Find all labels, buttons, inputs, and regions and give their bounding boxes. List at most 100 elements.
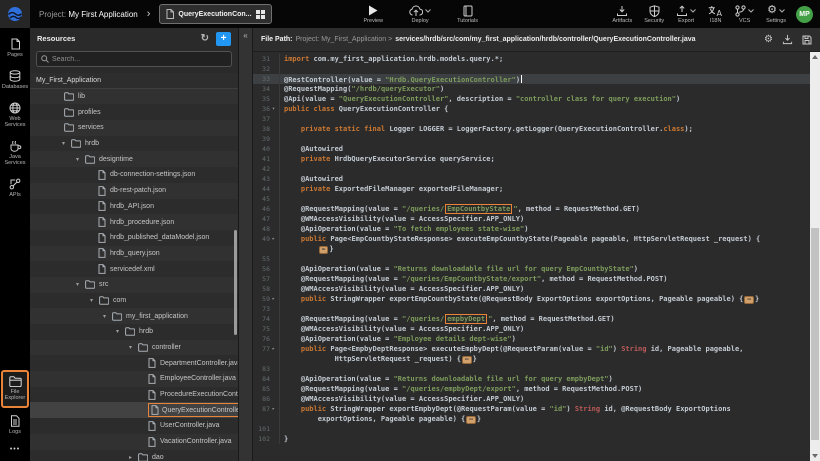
- rail-item-java-services[interactable]: Java Services: [1, 136, 29, 171]
- folded-code-badge[interactable]: ⋯: [319, 246, 329, 254]
- code-line-73[interactable]: 73: [253, 304, 810, 314]
- caret-right-icon[interactable]: ▸: [129, 454, 138, 461]
- code-line-39[interactable]: 39: [253, 134, 810, 144]
- tree-item-services[interactable]: services: [30, 120, 238, 136]
- tree-item-hrdb-api-json[interactable]: hrdb_API.json: [30, 199, 238, 215]
- save-file-icon[interactable]: [802, 35, 812, 45]
- tutorials-button[interactable]: Tutorials: [457, 5, 478, 24]
- scroll-up-arrow[interactable]: [812, 55, 818, 59]
- code-line-56[interactable]: 56 @ApiOperation(value = "Returns downlo…: [253, 264, 810, 274]
- tree-item-db-connection-settings-json[interactable]: db-connection-settings.json: [30, 167, 238, 183]
- tree-item-hrdb-query-json[interactable]: hrdb_query.json: [30, 246, 238, 262]
- add-resource-button[interactable]: +: [216, 32, 231, 46]
- fold-closed-icon[interactable]: ▸: [272, 406, 279, 412]
- deploy-button[interactable]: Deploy: [409, 5, 431, 24]
- rail-item-web-services[interactable]: Web Services: [1, 98, 29, 133]
- code-line-85[interactable]: 85 @RequestMapping(value = "/queries/emp…: [253, 384, 810, 394]
- scroll-down-arrow[interactable]: [812, 454, 818, 458]
- tree-item-designtime[interactable]: ▾designtime: [30, 151, 238, 167]
- code-line-58[interactable]: 58 @WMAccessVisibility(value = AccessSpe…: [253, 284, 810, 294]
- preview-button[interactable]: Preview: [364, 5, 384, 24]
- fold-closed-icon[interactable]: ▸: [272, 296, 279, 302]
- code-line-86[interactable]: 86 @WMAccessVisibility(value = AccessSpe…: [253, 394, 810, 404]
- tree-item-db-rest-patch-json[interactable]: db-rest-patch.json: [30, 183, 238, 199]
- tree-item-hrdb[interactable]: ▾hrdb: [30, 136, 238, 152]
- code-line-cont[interactable]: ⋯}: [253, 244, 810, 254]
- security-button[interactable]: Security: [644, 5, 664, 24]
- rail-item-logs[interactable]: Logs: [1, 411, 29, 440]
- grid-icon[interactable]: [256, 10, 265, 19]
- caret-down-icon[interactable]: ▾: [76, 281, 85, 288]
- tree-item-hrdb[interactable]: ▾hrdb: [30, 324, 238, 340]
- caret-down-icon[interactable]: ▾: [129, 344, 138, 351]
- code-editor[interactable]: 31import com.my_first_application.hrdb.m…: [253, 52, 820, 461]
- code-line-35[interactable]: 35@Api(value = "QueryExecutionController…: [253, 94, 810, 104]
- code-line-48[interactable]: 48 @ApiOperation(value = "To fetch emplo…: [253, 224, 810, 234]
- resources-scrollbar[interactable]: [234, 230, 237, 335]
- scrollbar-thumb[interactable]: [811, 228, 819, 440]
- code-line-44[interactable]: 44 private ExportedFileManager exportedF…: [253, 184, 810, 194]
- rail-item-pages[interactable]: Pages: [1, 34, 29, 63]
- i18n-button[interactable]: AI18N: [708, 5, 723, 24]
- code-line-37[interactable]: 37: [253, 114, 810, 124]
- caret-down-icon[interactable]: ▾: [116, 328, 125, 335]
- code-line-34[interactable]: 34@RequestMapping("/hrdb/queryExecutor"): [253, 84, 810, 94]
- code-line-41[interactable]: 41 private HrdbQueryExecutorService quer…: [253, 154, 810, 164]
- tree-item-lib[interactable]: lib: [30, 89, 238, 105]
- tree-item-queryexecutioncontroller-java[interactable]: QueryExecutionController.java: [30, 402, 238, 418]
- tree-item-procedureexecutioncontroller-java[interactable]: ProcedureExecutionController.java: [30, 387, 238, 403]
- search-input[interactable]: [52, 56, 227, 63]
- rail-item-more[interactable]: •••: [1, 443, 29, 458]
- code-line-38[interactable]: 38 private static final Logger LOGGER = …: [253, 124, 810, 134]
- code-line-102[interactable]: 102}: [253, 434, 810, 444]
- rail-item-file-explorer[interactable]: File Explorer: [1, 370, 29, 408]
- caret-down-icon[interactable]: ▾: [62, 140, 71, 147]
- code-line-46[interactable]: 46 @RequestMapping(value = "/queries/Emp…: [253, 204, 810, 214]
- editor-settings-gear-icon[interactable]: ⚙: [764, 35, 773, 45]
- code-line-43[interactable]: 43 @Autowired: [253, 174, 810, 184]
- tree-item-departmentcontroller-java[interactable]: DepartmentController.java: [30, 355, 238, 371]
- code-line-33[interactable]: 33@RestController(value = "Hrdb.QueryExe…: [253, 74, 810, 84]
- tree-item-hrdb-published-datamodel-json[interactable]: hrdb_published_dataModel.json: [30, 230, 238, 246]
- code-line-87[interactable]: 87▸ public StringWrapper exportEmpbyDept…: [253, 404, 810, 414]
- export-button[interactable]: Export: [676, 5, 696, 24]
- search-box[interactable]: [36, 51, 232, 67]
- tab-query-execution-controller[interactable]: QueryExecutionCon...: [159, 4, 271, 24]
- code-line-40[interactable]: 40 @Autowired: [253, 144, 810, 154]
- tree-item-profiles[interactable]: profiles: [30, 104, 238, 120]
- tree-item-src[interactable]: ▾src: [30, 277, 238, 293]
- code-line-cont[interactable]: exportOptions, Pageable pageable) {⋯}: [253, 414, 810, 424]
- vcs-button[interactable]: VCS: [735, 5, 754, 24]
- tree-item-my-first-application[interactable]: ▾my_first_application: [30, 308, 238, 324]
- tree-item-vacationcontroller-java[interactable]: VacationController.java: [30, 434, 238, 450]
- collapse-panel-icon[interactable]: «: [243, 31, 247, 461]
- code-line-42[interactable]: 42: [253, 164, 810, 174]
- code-line-47[interactable]: 47 @WMAccessVisibility(value = AccessSpe…: [253, 214, 810, 224]
- fold-closed-icon[interactable]: ▸: [272, 236, 279, 242]
- code-line-36[interactable]: 36▾public class QueryExecutionController…: [253, 104, 810, 114]
- tree-item-my-first-application[interactable]: My_First_Application: [30, 73, 238, 89]
- settings-button[interactable]: ⚙Settings: [766, 5, 786, 24]
- rail-item-databases[interactable]: Databases: [1, 66, 29, 95]
- caret-down-icon[interactable]: ▾: [76, 156, 85, 163]
- code-line-31[interactable]: 31import com.my_first_application.hrdb.m…: [253, 54, 810, 64]
- code-line-74[interactable]: 74 @RequestMapping(value = "/queries/emp…: [253, 314, 810, 324]
- editor-scrollbar[interactable]: [810, 52, 820, 461]
- tree-item-hrdb-procedure-json[interactable]: hrdb_procedure.json: [30, 214, 238, 230]
- code-line-45[interactable]: 45: [253, 194, 810, 204]
- tree-item-controller[interactable]: ▾controller: [30, 340, 238, 356]
- code-line-cont[interactable]: HttpServletRequest _request) {⋯}: [253, 354, 810, 364]
- code-line-32[interactable]: 32: [253, 64, 810, 74]
- rail-item-apis[interactable]: APIs: [1, 174, 29, 203]
- artifacts-button[interactable]: Artifacts: [612, 5, 632, 24]
- code-line-55[interactable]: 55: [253, 254, 810, 264]
- code-line-57[interactable]: 57 @RequestMapping(value = "/queries/Emp…: [253, 274, 810, 284]
- code-line-76[interactable]: 76 @ApiOperation(value = "Employee detai…: [253, 334, 810, 344]
- folded-code-badge[interactable]: ⋯: [462, 356, 472, 364]
- wavemaker-logo-icon[interactable]: [0, 0, 30, 28]
- fold-open-icon[interactable]: ▾: [272, 106, 279, 112]
- tree-item-usercontroller-java[interactable]: UserController.java: [30, 418, 238, 434]
- folded-code-badge[interactable]: ⋯: [744, 296, 754, 304]
- folded-code-badge[interactable]: ⋯: [466, 416, 476, 424]
- caret-down-icon[interactable]: ▾: [103, 313, 112, 320]
